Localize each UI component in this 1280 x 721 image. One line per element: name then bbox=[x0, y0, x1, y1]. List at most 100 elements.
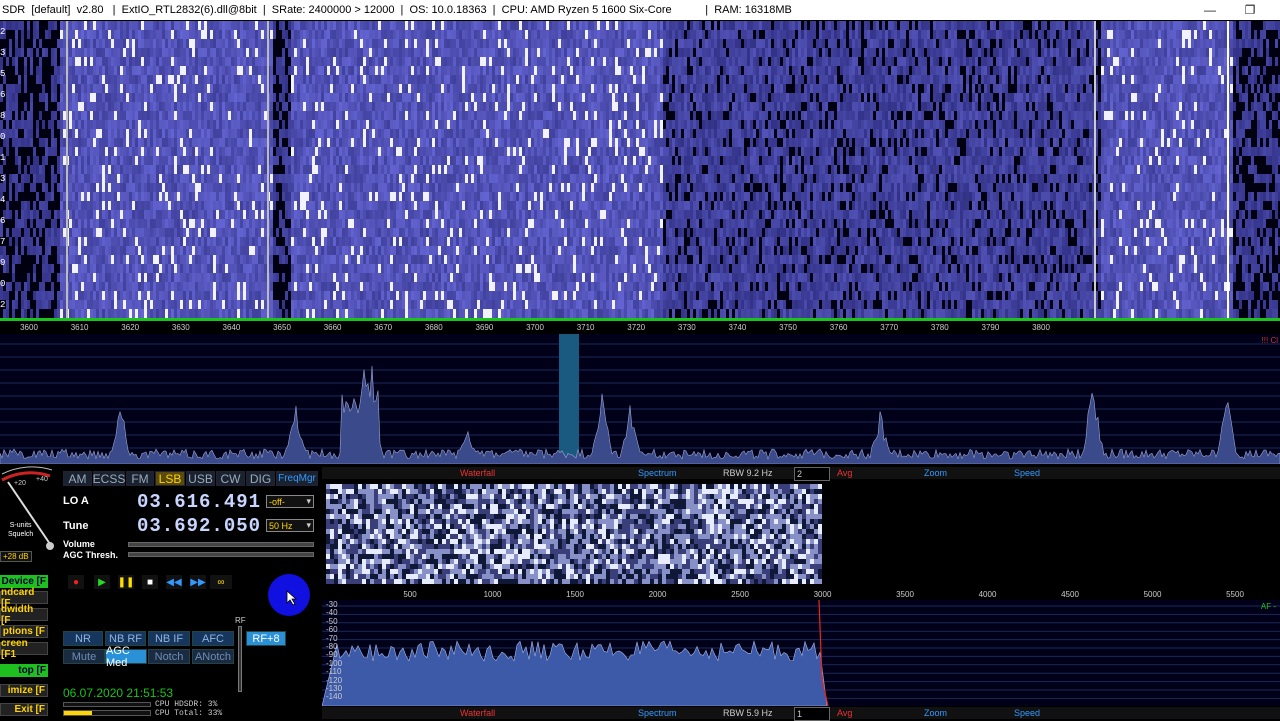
mode-button-fm[interactable]: FM bbox=[126, 471, 154, 486]
af-spectrum-canvas bbox=[322, 600, 1280, 706]
loop-icon[interactable]: ∞ bbox=[210, 575, 232, 589]
overload-indicator: !!! Cl bbox=[1262, 336, 1278, 345]
af-db-label: -140 bbox=[326, 692, 342, 701]
mode-button-usb[interactable]: USB bbox=[186, 471, 215, 486]
dsp-button-afc[interactable]: AFC bbox=[192, 631, 234, 646]
main-waterfall[interactable] bbox=[0, 21, 1280, 318]
waterfall-time-label: 9 bbox=[0, 258, 5, 268]
side-button[interactable]: creen [F1 bbox=[0, 642, 48, 655]
frequency-band-bar bbox=[0, 318, 1280, 321]
stop-icon[interactable]: ■ bbox=[142, 575, 158, 589]
side-button[interactable]: ndcard [F bbox=[0, 591, 48, 604]
volume-slider[interactable] bbox=[128, 542, 314, 547]
minimize-button[interactable]: — bbox=[1190, 0, 1230, 20]
waterfall-toggle-bottom[interactable]: Waterfall bbox=[460, 707, 495, 719]
side-button[interactable]: dwidth [F bbox=[0, 608, 48, 621]
spectrum-toggle-bottom[interactable]: Spectrum bbox=[638, 707, 677, 719]
speed-label-bottom: Speed bbox=[1014, 707, 1040, 719]
frequency-tick-label: 3790 bbox=[981, 323, 999, 332]
waterfall-time-label: 7 bbox=[0, 237, 5, 247]
waterfall-time-label: 2 bbox=[0, 27, 5, 37]
af-axis-label: 2500 bbox=[731, 590, 749, 599]
title-bar: SDR [default] v2.80 | ExtIO_RTL2832(6).d… bbox=[0, 0, 1280, 20]
tune-step-value: 50 Hz bbox=[269, 521, 293, 531]
af-toolbar-bottom: Waterfall Spectrum RBW 5.9 Hz 1 Avg Zoom… bbox=[322, 707, 1280, 719]
dsp-button-agc-med[interactable]: AGC Med bbox=[105, 649, 147, 664]
avg-select-bottom[interactable]: 1 bbox=[794, 707, 830, 721]
side-button[interactable]: ptions [F bbox=[0, 625, 48, 638]
rf-label: RF bbox=[235, 616, 246, 625]
main-spectrum[interactable]: !!! Cl bbox=[0, 334, 1280, 464]
smeter-scale-20: +20 bbox=[14, 480, 26, 487]
rewind-icon[interactable]: ◀◀ bbox=[166, 575, 182, 589]
af-axis-label: 4000 bbox=[979, 590, 997, 599]
avg-label-bottom: Avg bbox=[837, 707, 852, 719]
frequency-tick-label: 3770 bbox=[880, 323, 898, 332]
af-label: AF - bbox=[1261, 602, 1276, 611]
frequency-tick-label: 3750 bbox=[779, 323, 797, 332]
frequency-tick-label: 3650 bbox=[273, 323, 291, 332]
frequency-tick-label: 3610 bbox=[71, 323, 89, 332]
mode-button-freqmgr[interactable]: FreqMgr bbox=[276, 471, 318, 486]
dsp-button-nb-if[interactable]: NB IF bbox=[148, 631, 190, 646]
dsp-button-rf-8[interactable]: RF+8 bbox=[246, 631, 286, 646]
waterfall-canvas bbox=[0, 21, 1280, 318]
tune-step-select[interactable]: 50 Hz▾ bbox=[266, 519, 314, 532]
mode-button-ecss[interactable]: ECSS bbox=[93, 471, 125, 486]
agc-thresh-slider[interactable] bbox=[128, 552, 314, 557]
cpu-hdsdr: CPU HDSDR: 3% bbox=[155, 700, 217, 709]
waterfall-time-label: 0 bbox=[0, 132, 5, 142]
lo-step-select[interactable]: -off-▾ bbox=[266, 495, 314, 508]
lo-step-value: -off- bbox=[269, 497, 285, 507]
squelch-db[interactable]: +28 dB bbox=[0, 551, 32, 562]
play-icon[interactable]: ▶ bbox=[94, 575, 110, 589]
side-button[interactable]: Exit [F bbox=[0, 703, 48, 716]
mouse-pointer-icon bbox=[286, 590, 298, 606]
af-waterfall[interactable] bbox=[322, 482, 1280, 588]
datetime: 06.07.2020 21:51:53 bbox=[63, 686, 173, 700]
mode-button-am[interactable]: AM bbox=[63, 471, 92, 486]
dsp-button-nr[interactable]: NR bbox=[63, 631, 103, 646]
waterfall-time-label: 5 bbox=[0, 69, 5, 79]
frequency-tick-label: 3600 bbox=[20, 323, 38, 332]
restore-button[interactable]: ❐ bbox=[1230, 0, 1270, 20]
frequency-tick-label: 3670 bbox=[374, 323, 392, 332]
record-button[interactable]: ● bbox=[68, 575, 84, 589]
af-axis-label: 4500 bbox=[1061, 590, 1079, 599]
rbw-label-bottom: RBW 5.9 Hz bbox=[723, 707, 773, 719]
frequency-tick-label: 3730 bbox=[678, 323, 696, 332]
frequency-tick-label: 3800 bbox=[1032, 323, 1050, 332]
lo-frequency[interactable]: 03.616.491 bbox=[137, 491, 261, 513]
waterfall-toggle[interactable]: Waterfall bbox=[460, 467, 495, 479]
af-axis-label: 500 bbox=[403, 590, 416, 599]
cpu-hdsdr-bar bbox=[63, 702, 151, 707]
cpu-total-bar bbox=[63, 710, 151, 716]
tune-frequency[interactable]: 03.692.050 bbox=[137, 515, 261, 537]
frequency-tick-label: 3640 bbox=[222, 323, 240, 332]
pause-icon[interactable]: ❚❚ bbox=[118, 575, 134, 589]
fast-forward-icon[interactable]: ▶▶ bbox=[190, 575, 206, 589]
frequency-tick-label: 3780 bbox=[931, 323, 949, 332]
lo-label: LO A bbox=[63, 495, 89, 507]
dsp-button-mute[interactable]: Mute bbox=[63, 649, 105, 664]
dsp-button-anotch[interactable]: ANotch bbox=[192, 649, 234, 664]
waterfall-time-labels: 23568013467902 bbox=[0, 21, 10, 318]
mode-button-dig[interactable]: DIG bbox=[246, 471, 275, 486]
waterfall-time-label: 3 bbox=[0, 174, 5, 184]
rf-gain-slider[interactable] bbox=[238, 626, 242, 692]
side-button[interactable]: imize [F bbox=[0, 684, 48, 697]
waterfall-time-label: 0 bbox=[0, 279, 5, 289]
af-axis-label: 3000 bbox=[814, 590, 832, 599]
frequency-axis[interactable]: 3600361036203630364036503660367036803690… bbox=[0, 318, 1280, 334]
af-axis-label: 5500 bbox=[1226, 590, 1244, 599]
avg-select[interactable]: 2 bbox=[794, 467, 830, 481]
dsp-button-notch[interactable]: Notch bbox=[148, 649, 190, 664]
spectrum-toggle[interactable]: Spectrum bbox=[638, 467, 677, 479]
af-spectrum[interactable]: AF - bbox=[322, 600, 1280, 706]
zoom-label: Zoom bbox=[924, 467, 947, 479]
side-button[interactable]: top [F bbox=[0, 664, 48, 677]
mode-button-lsb[interactable]: LSB bbox=[155, 471, 185, 486]
frequency-tick-label: 3740 bbox=[728, 323, 746, 332]
waterfall-time-label: 8 bbox=[0, 111, 5, 121]
mode-button-cw[interactable]: CW bbox=[216, 471, 245, 486]
